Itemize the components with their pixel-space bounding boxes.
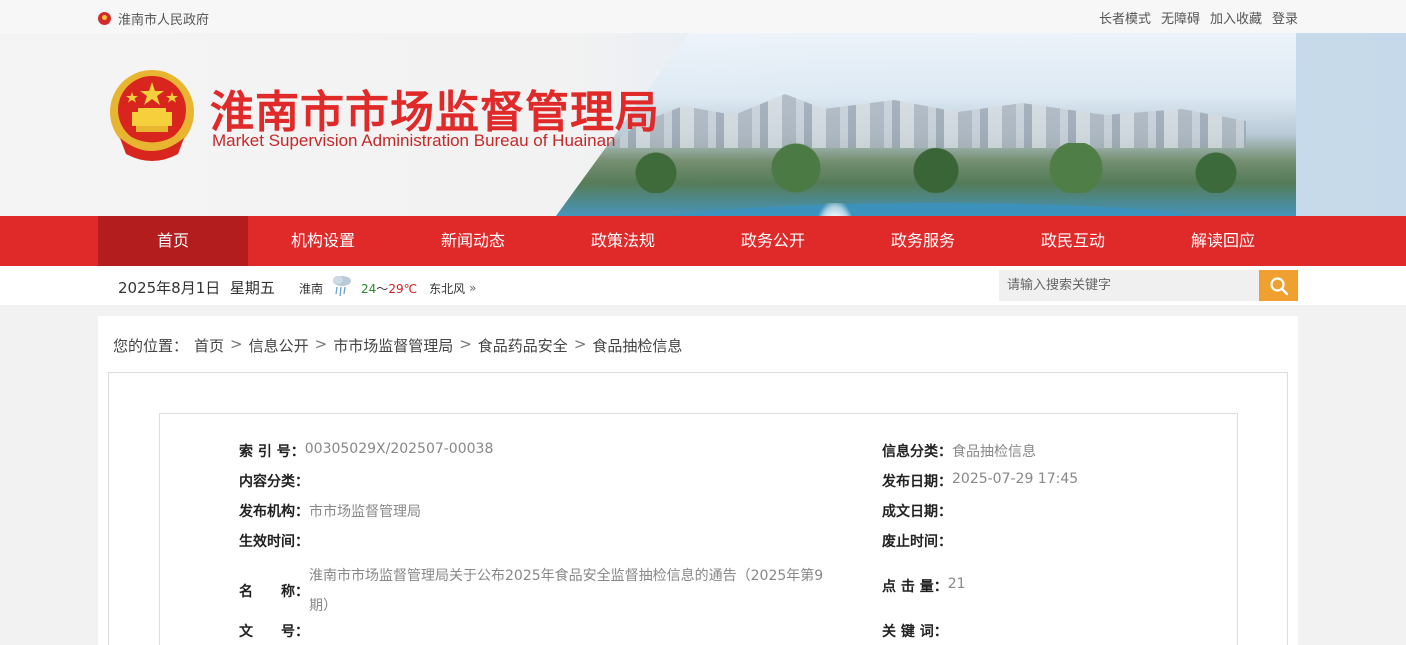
weekday-text: 星期五 <box>229 279 275 297</box>
breadcrumb-prefix: 您的位置： <box>113 337 189 355</box>
breadcrumb-item-food-inspection[interactable]: 食品抽检信息 <box>592 335 682 356</box>
meta-label: 发布机构： <box>239 504 309 520</box>
nav-item-services[interactable]: 政务服务 <box>848 216 998 266</box>
breadcrumb-separator: > <box>459 335 472 353</box>
weather-more-link[interactable]: » <box>469 281 476 295</box>
meta-value: 2025-07-29 17:45 <box>952 471 1079 487</box>
meta-effective-time: 生效时间： <box>239 531 309 551</box>
meta-info-category: 信息分类： 食品抽检信息 <box>882 441 1036 461</box>
breadcrumb-separator: > <box>314 335 328 353</box>
meta-label: 成文日期： <box>882 504 952 520</box>
nav-item-interaction[interactable]: 政民互动 <box>998 216 1148 266</box>
meta-click-count: 点 击 量： 21 <box>882 576 966 596</box>
meta-document-number: 文 号： <box>239 621 309 641</box>
weather-temp: 24～29℃ <box>361 280 417 297</box>
search-input[interactable] <box>999 270 1259 301</box>
meta-label: 名 称： <box>239 584 309 600</box>
article-container: 索 引 号： 00305029X/202507-00038 内容分类： 发布机构… <box>108 372 1288 645</box>
meta-label: 废止时间： <box>882 534 952 550</box>
add-favorite-link[interactable]: 加入收藏 <box>1210 8 1262 27</box>
site-subtitle: Market Supervision Administration Bureau… <box>212 131 616 150</box>
meta-value: 淮南市市场监督管理局关于公布2025年食品安全监督抽检信息的通告（2025年第9… <box>309 568 824 614</box>
main-content: 您的位置： 首页 > 信息公开 > 市市场监督管理局 > 食品药品安全 > 食品… <box>98 316 1298 645</box>
info-bar: 2025年8月1日 星期五 淮南 24～29℃ 东北风 » <box>0 266 1406 305</box>
temp-low: 24 <box>361 281 377 296</box>
meta-content-category: 内容分类： <box>239 471 309 491</box>
breadcrumb-separator: > <box>573 335 587 353</box>
meta-label: 索 引 号： <box>239 444 305 460</box>
nav-item-public-affairs[interactable]: 政务公开 <box>698 216 848 266</box>
weather-wind: 东北风 <box>429 281 466 296</box>
meta-document-date: 成文日期： <box>882 501 952 521</box>
banner-fountain <box>815 203 855 216</box>
current-date: 2025年8月1日 星期五 <box>118 277 275 298</box>
nav-item-interpretation[interactable]: 解读回应 <box>1148 216 1298 266</box>
elder-mode-link[interactable]: 长者模式 <box>1099 8 1151 27</box>
meta-index-number: 索 引 号： 00305029X/202507-00038 <box>239 441 493 461</box>
search-icon <box>1269 276 1288 295</box>
search-button[interactable] <box>1259 270 1298 301</box>
temp-separator: ～ <box>376 281 389 296</box>
weather-widget: 淮南 24～29℃ 东北风 » <box>299 276 476 298</box>
breadcrumb-item-home[interactable]: 首页 <box>194 335 224 356</box>
rain-cloud-icon <box>333 276 352 297</box>
banner-trees <box>586 143 1286 193</box>
top-utility-bar: 淮南市人民政府 长者模式 无障碍 加入收藏 登录 <box>0 0 1406 33</box>
gov-link-label: 淮南市人民政府 <box>118 13 210 28</box>
meta-label: 内容分类： <box>239 474 309 490</box>
national-emblem-icon <box>98 12 111 25</box>
nav-item-news[interactable]: 新闻动态 <box>398 216 548 266</box>
meta-label: 信息分类： <box>882 444 952 460</box>
meta-keywords: 关 键 词： <box>882 621 948 641</box>
meta-label: 生效时间： <box>239 534 309 550</box>
breadcrumb-item-food-drug-safety[interactable]: 食品药品安全 <box>478 335 568 356</box>
main-nav: 首页 机构设置 新闻动态 政策法规 政务公开 政务服务 政民互动 解读回应 <box>0 216 1406 266</box>
nav-item-home[interactable]: 首页 <box>98 216 248 266</box>
meta-label: 关 键 词： <box>882 624 948 640</box>
breadcrumb-item-bureau[interactable]: 市市场监督管理局 <box>333 335 453 356</box>
meta-label: 发布日期： <box>882 474 952 490</box>
temp-high: 29℃ <box>388 281 418 296</box>
meta-value: 21 <box>947 576 966 592</box>
gov-link[interactable]: 淮南市人民政府 <box>98 9 209 28</box>
document-metadata-table: 索 引 号： 00305029X/202507-00038 内容分类： 发布机构… <box>159 413 1238 645</box>
meta-label: 点 击 量： <box>882 579 948 595</box>
meta-publisher: 发布机构： 市市场监督管理局 <box>239 501 421 521</box>
national-emblem-logo[interactable] <box>108 68 196 162</box>
breadcrumb: 您的位置： 首页 > 信息公开 > 市市场监督管理局 > 食品药品安全 > 食品… <box>113 335 682 356</box>
accessibility-link[interactable]: 无障碍 <box>1161 8 1200 27</box>
meta-publish-date: 发布日期： 2025-07-29 17:45 <box>882 471 1078 491</box>
search-box <box>999 270 1298 301</box>
meta-value: 市市场监督管理局 <box>309 504 421 520</box>
meta-expire-time: 废止时间： <box>882 531 952 551</box>
date-text: 2025年8月1日 <box>118 279 221 297</box>
weather-city: 淮南 <box>299 281 324 296</box>
breadcrumb-separator: > <box>230 335 243 353</box>
nav-item-policy[interactable]: 政策法规 <box>548 216 698 266</box>
nav-item-organization[interactable]: 机构设置 <box>248 216 398 266</box>
utility-links: 长者模式 无障碍 加入收藏 登录 <box>1099 8 1298 27</box>
login-link[interactable]: 登录 <box>1272 8 1298 27</box>
header-banner: 淮南市市场监督管理局 Market Supervision Administra… <box>0 33 1406 216</box>
meta-value: 00305029X/202507-00038 <box>304 441 494 457</box>
meta-value: 食品抽检信息 <box>952 444 1036 460</box>
breadcrumb-item-info-disclosure[interactable]: 信息公开 <box>249 335 309 356</box>
meta-name: 名 称： 淮南市市场监督管理局关于公布2025年食品安全监督抽检信息的通告（20… <box>239 561 824 621</box>
meta-label: 文 号： <box>239 624 309 640</box>
